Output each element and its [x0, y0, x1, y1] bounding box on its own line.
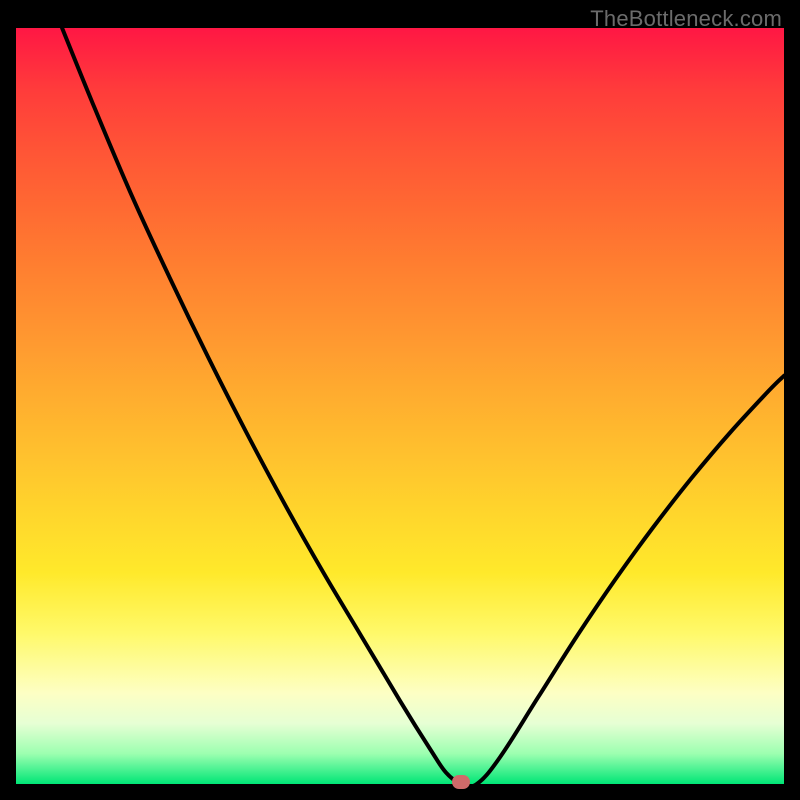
plot-area: [16, 28, 784, 784]
minimum-marker: [452, 775, 470, 789]
chart-frame: TheBottleneck.com: [0, 0, 800, 800]
bottleneck-curve: [16, 28, 784, 784]
